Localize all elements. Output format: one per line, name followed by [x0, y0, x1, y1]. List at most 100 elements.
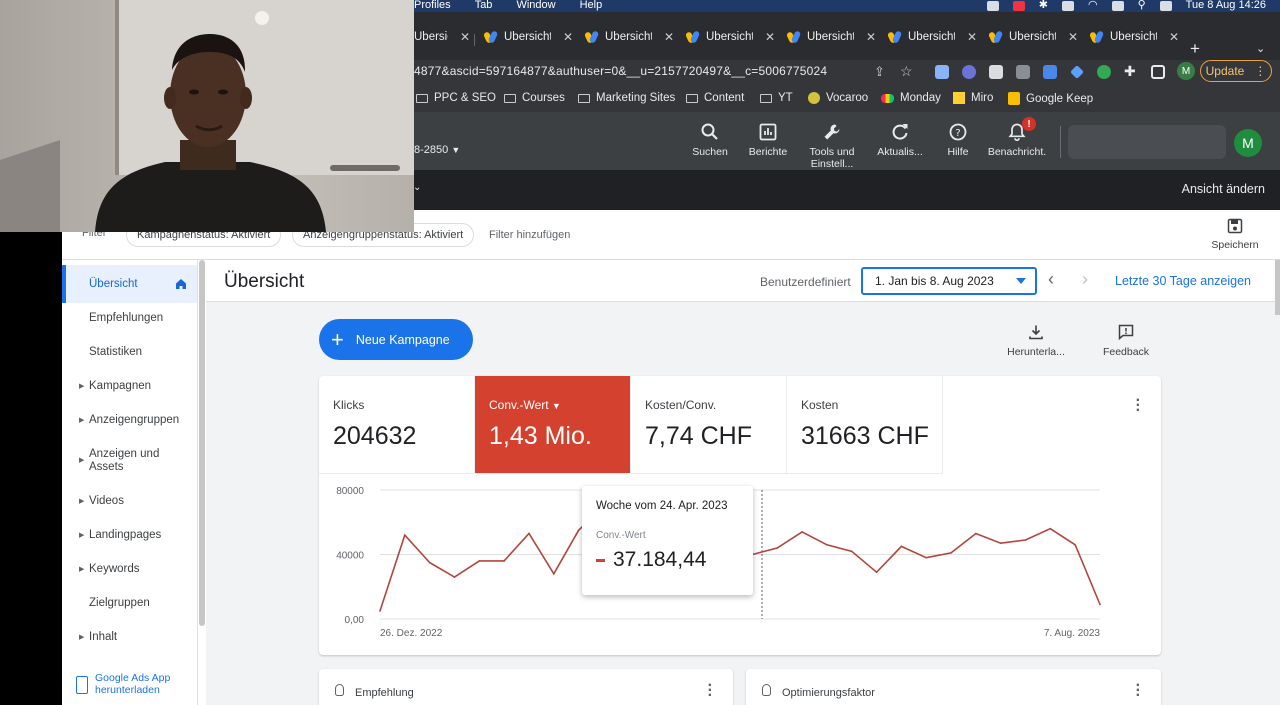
menu-tab[interactable]: Tab	[475, 0, 493, 11]
metric-kosten-conv[interactable]: Kosten/Conv. 7,74 CHF	[631, 376, 787, 474]
more-vert-icon[interactable]: · · ·	[1136, 393, 1141, 419]
status-icon[interactable]	[1012, 0, 1025, 11]
bookmark-item[interactable]: Courses	[504, 92, 565, 104]
puzzle-extensions-icon[interactable]: ✚	[1124, 63, 1136, 80]
bookmark-item[interactable]: PPC & SEO	[416, 92, 496, 104]
account-search-box[interactable]	[1068, 125, 1226, 159]
chevron-down-icon[interactable]: ⌄	[413, 182, 421, 193]
close-tab-icon[interactable]: ✕	[765, 30, 775, 44]
new-campaign-button[interactable]: + Neue Kampagne	[319, 319, 473, 360]
save-button[interactable]: Speichern	[1210, 218, 1260, 251]
extension-icon[interactable]	[1043, 65, 1057, 79]
last-30-days-link[interactable]: Letzte 30 Tage anzeigen	[1115, 274, 1251, 288]
optimization-score-card[interactable]: Optimierungsfaktor · · ·	[746, 669, 1161, 705]
download-button[interactable]: Herunterla...	[1006, 324, 1066, 358]
battery-icon[interactable]	[1062, 0, 1074, 11]
keyboard-icon[interactable]	[1111, 0, 1124, 11]
bookmark-item[interactable]: Vocaroo	[808, 92, 868, 104]
extension-icon[interactable]	[989, 65, 1003, 79]
extension-icon[interactable]	[1097, 65, 1111, 79]
add-filter-link[interactable]: Filter hinzufügen	[489, 229, 570, 241]
sidebar-item-anzeigengruppen[interactable]: ▶ Anzeigengruppen	[62, 414, 197, 432]
tab-title: Übersicht	[1009, 31, 1056, 43]
metric-klicks[interactable]: Klicks 204632	[319, 376, 475, 474]
sidebar-item-landingpages[interactable]: ▶ Landingpages	[62, 529, 197, 547]
user-avatar[interactable]: M	[1234, 129, 1262, 157]
browser-tab[interactable]: Übersicht ✕	[585, 29, 674, 45]
browser-tab[interactable]: Übersicht ✕	[686, 29, 775, 45]
miro-icon	[953, 92, 965, 104]
extension-icon[interactable]	[935, 65, 949, 79]
sidebar-item-statistiken[interactable]: Statistiken	[62, 346, 197, 364]
metric-kosten[interactable]: Kosten 31663 CHF	[787, 376, 943, 474]
feedback-button[interactable]: Feedback	[1101, 324, 1151, 358]
bookmark-item[interactable]: Google Keep	[1008, 92, 1093, 105]
browser-tab[interactable]: Übersicht ✕	[414, 29, 470, 45]
next-period-button[interactable]: ›	[1082, 269, 1088, 290]
profile-avatar[interactable]: M	[1177, 62, 1195, 80]
close-tab-icon[interactable]: ✕	[1169, 30, 1179, 44]
sidebar-item-zielgruppen[interactable]: Zielgruppen	[62, 597, 197, 615]
sidebar-item-uebersicht[interactable]: Übersicht	[62, 265, 197, 303]
spotlight-icon[interactable]: ⚲	[1138, 0, 1146, 11]
update-button[interactable]: Update ⋮	[1200, 60, 1272, 82]
menu-profiles[interactable]: Profiles	[414, 0, 451, 11]
bookmark-star-icon[interactable]: ☆	[900, 63, 913, 80]
arrow-drop-down-icon: ▼	[451, 145, 461, 155]
sidepanel-icon[interactable]	[1151, 65, 1165, 79]
tools-settings-button[interactable]: Tools und Einstell...	[796, 122, 868, 170]
browser-tab[interactable]: Übersicht ✕	[484, 29, 573, 45]
expand-arrow-icon: ▶	[79, 417, 85, 424]
bookmark-item[interactable]: Marketing Sites	[578, 92, 675, 104]
bluetooth-icon[interactable]: ✱	[1039, 0, 1048, 11]
more-vert-icon[interactable]: · · ·	[708, 678, 713, 704]
menu-window[interactable]: Window	[516, 0, 555, 11]
metric-conv-wert[interactable]: Conv.-Wert ▼ 1,43 Mio.	[475, 376, 631, 474]
url-field[interactable]: 4877&ascid=597164877&authuser=0&__u=2157…	[414, 64, 827, 78]
tab-title: Übersicht	[605, 31, 652, 43]
account-selector[interactable]: 8-2850 ▼	[414, 144, 460, 156]
control-center-icon[interactable]	[1159, 0, 1172, 11]
sidebar-item-inhalt[interactable]: ▶ Inhalt	[62, 631, 197, 649]
browser-tab[interactable]: Übersicht ✕	[787, 29, 876, 45]
main-scrollbar[interactable]	[1275, 260, 1280, 315]
extension-icon[interactable]	[1070, 65, 1084, 79]
status-icon[interactable]	[986, 0, 999, 11]
menubar-datetime[interactable]: Tue 8 Aug 14:26	[1186, 0, 1266, 11]
sidebar-scrollbar[interactable]	[199, 260, 205, 626]
close-tab-icon[interactable]: ✕	[664, 30, 674, 44]
menu-help[interactable]: Help	[580, 0, 603, 11]
lightbulb-icon	[335, 684, 344, 696]
date-range-picker[interactable]: 1. Jan bis 8. Aug 2023	[861, 267, 1037, 295]
new-tab-button[interactable]: +	[1190, 39, 1200, 59]
wifi-icon[interactable]: ◠	[1088, 0, 1098, 11]
extension-icon[interactable]	[1016, 65, 1030, 79]
notifications-tool-button[interactable]: Benachricht.	[981, 122, 1053, 158]
browser-tab[interactable]: Übersicht ✕	[989, 29, 1078, 45]
previous-period-button[interactable]: ‹	[1048, 269, 1054, 290]
bookmark-item[interactable]: Miro	[953, 92, 993, 104]
browser-tab[interactable]: Übersicht ✕	[888, 29, 977, 45]
change-view-button[interactable]: Ansicht ändern	[1182, 182, 1265, 196]
sidebar-item-videos[interactable]: ▶ Videos	[62, 495, 197, 513]
more-vert-icon[interactable]: · · ·	[1136, 678, 1141, 704]
reports-tool-button[interactable]: Berichte	[732, 122, 804, 158]
bookmark-item[interactable]: YT	[760, 92, 793, 104]
sidebar-item-label: Inhalt	[89, 631, 118, 643]
browser-tab[interactable]: Übersicht ✕	[1090, 29, 1179, 45]
sidebar-item-anzeigen-und-assets[interactable]: ▶ Anzeigen und Assets	[62, 448, 197, 478]
sidebar-item-kampagnen[interactable]: ▶ Kampagnen	[62, 380, 197, 398]
recommendation-card[interactable]: Empfehlung · · ·	[319, 669, 733, 705]
sidebar-item-empfehlungen[interactable]: Empfehlungen	[62, 312, 197, 330]
close-tab-icon[interactable]: ✕	[866, 30, 876, 44]
close-tab-icon[interactable]: ✕	[967, 30, 977, 44]
share-icon[interactable]: ⇪	[874, 64, 885, 80]
extension-icon[interactable]	[962, 65, 976, 79]
bookmark-item[interactable]: Content	[686, 92, 744, 104]
tab-search-chevron-icon[interactable]: ⌄	[1256, 42, 1265, 55]
close-tab-icon[interactable]: ✕	[563, 30, 573, 44]
close-tab-icon[interactable]: ✕	[460, 30, 470, 44]
bookmark-item[interactable]: Monday	[881, 92, 941, 104]
sidebar-item-keywords[interactable]: ▶ Keywords	[62, 563, 197, 581]
close-tab-icon[interactable]: ✕	[1068, 30, 1078, 44]
